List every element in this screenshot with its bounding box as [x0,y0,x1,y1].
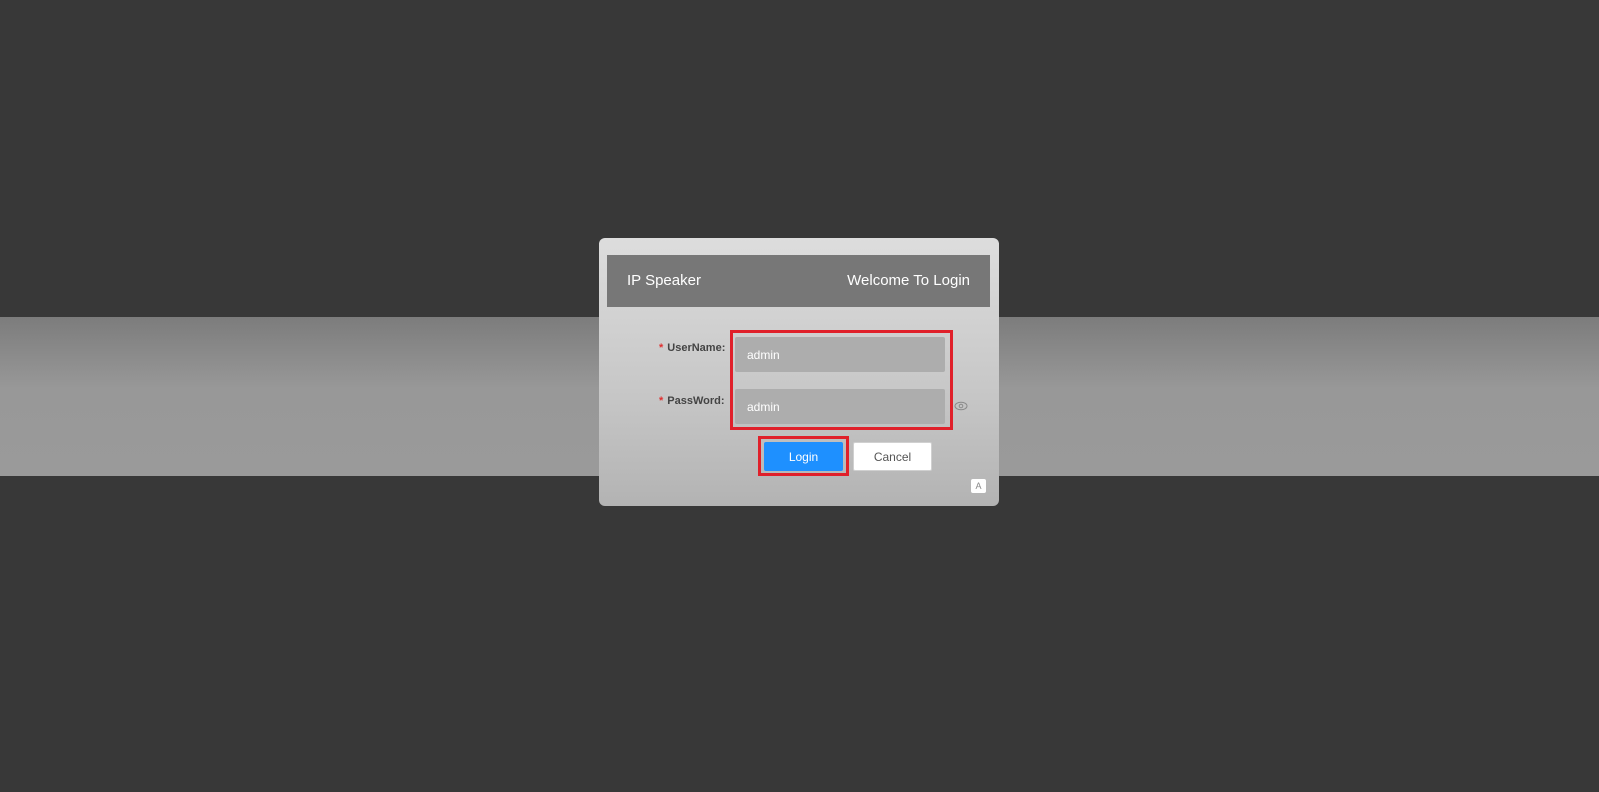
login-dialog: IP Speaker Welcome To Login *UserName: *… [599,238,999,506]
username-label-text: UserName: [667,342,726,354]
password-label-text: PassWord: [667,395,725,407]
app-title: IP Speaker [627,272,701,289]
eye-icon[interactable] [954,401,968,411]
fields-highlight-box [730,330,953,430]
welcome-title: Welcome To Login [847,272,970,289]
translate-icon[interactable]: A [971,479,986,493]
login-button[interactable]: Login [764,442,843,471]
required-mark: * [659,342,664,354]
password-label: * PassWord: [659,395,725,407]
cancel-button[interactable]: Cancel [853,442,932,471]
dialog-header: IP Speaker Welcome To Login [607,255,990,307]
username-label: * UserName: [659,342,725,354]
required-mark: * [659,395,664,407]
